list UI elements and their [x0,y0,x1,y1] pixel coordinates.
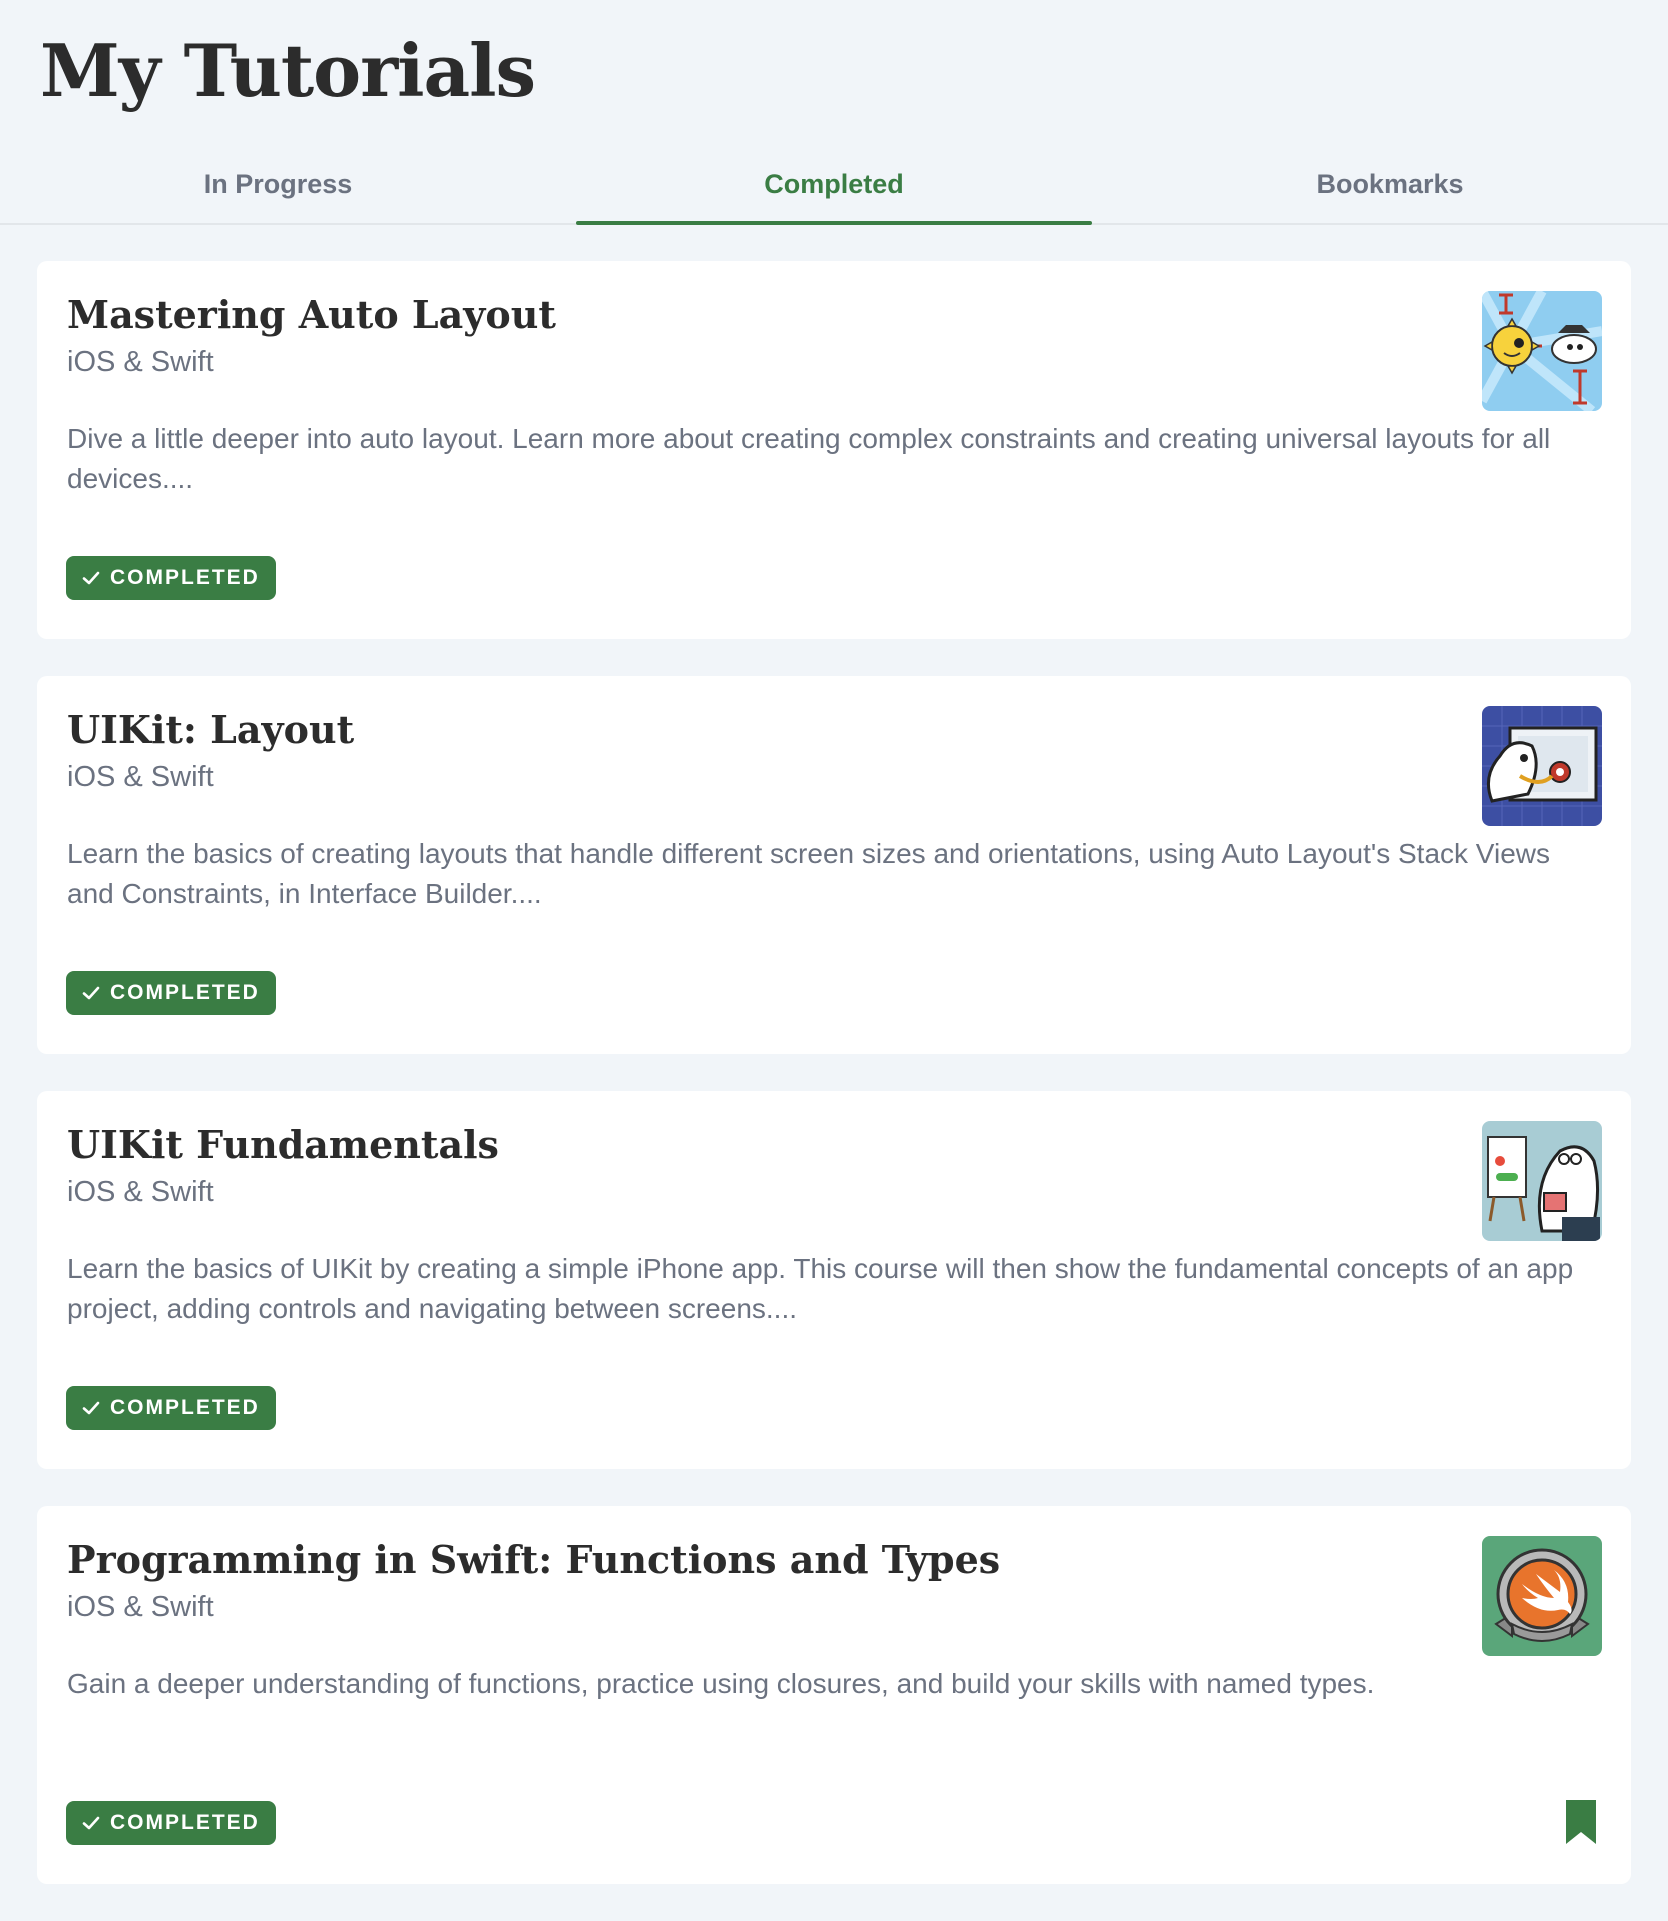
page-title: My Tutorials [40,28,536,113]
completed-badge-label: COMPLETED [110,1396,260,1419]
tutorial-title: Mastering Auto Layout [67,292,556,337]
tutorial-domain: iOS & Swift [67,346,214,378]
auto-layout-artwork-icon [1482,291,1602,411]
completed-badge-label: COMPLETED [110,1811,260,1834]
tutorial-title: Programming in Swift: Functions and Type… [67,1537,1001,1582]
completed-badge: COMPLETED [66,1801,276,1845]
tutorial-domain: iOS & Swift [67,1176,214,1208]
uikit-fundamentals-artwork-icon [1482,1121,1602,1241]
uikit-layout-artwork-icon [1482,706,1602,826]
completed-badge-label: COMPLETED [110,981,260,1004]
tab-in-progress[interactable]: In Progress [0,150,556,223]
tab-bookmarks[interactable]: Bookmarks [1112,150,1668,223]
tutorial-description: Dive a little deeper into auto layout. L… [67,423,1551,494]
bookmark-icon[interactable] [1565,1800,1597,1844]
tutorial-title: UIKit Fundamentals [67,1122,499,1167]
tutorial-description: Gain a deeper understanding of functions… [67,1668,1375,1699]
checkmark-icon [82,1816,100,1830]
tutorial-title: UIKit: Layout [67,707,355,752]
tab-bar: In Progress Completed Bookmarks [0,150,1668,225]
tutorial-domain: iOS & Swift [67,761,214,793]
tutorial-description: Learn the basics of creating layouts tha… [67,838,1550,909]
tutorial-card[interactable]: Mastering Auto Layout iOS & Swift Dive a… [37,261,1631,639]
completed-badge: COMPLETED [66,1386,276,1430]
completed-badge-label: COMPLETED [110,566,260,589]
checkmark-icon [82,1401,100,1415]
tutorial-card[interactable]: UIKit: Layout iOS & Swift Learn the basi… [37,676,1631,1054]
checkmark-icon [82,571,100,585]
completed-badge: COMPLETED [66,556,276,600]
tutorial-domain: iOS & Swift [67,1591,214,1623]
tutorial-list: Mastering Auto Layout iOS & Swift Dive a… [37,261,1631,1921]
swift-badge-artwork-icon [1482,1536,1602,1656]
checkmark-icon [82,986,100,1000]
tutorial-description: Learn the basics of UIKit by creating a … [67,1253,1574,1324]
tab-completed[interactable]: Completed [556,150,1112,225]
tutorial-card[interactable]: Programming in Swift: Functions and Type… [37,1506,1631,1884]
completed-badge: COMPLETED [66,971,276,1015]
tutorial-card[interactable]: UIKit Fundamentals iOS & Swift Learn the… [37,1091,1631,1469]
